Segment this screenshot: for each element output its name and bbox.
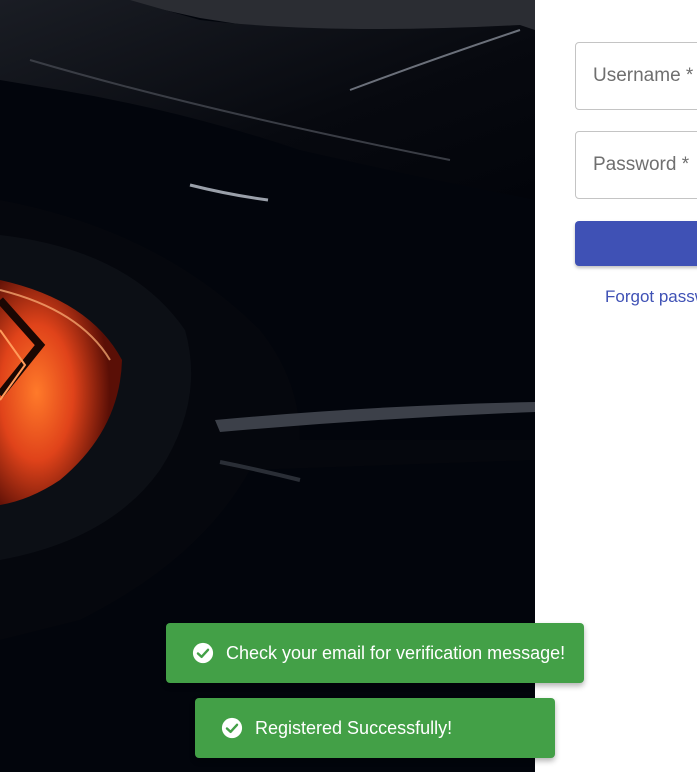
sign-in-button[interactable] [575,221,697,266]
username-field[interactable] [575,42,697,110]
toast-verification[interactable]: Check your email for verification messag… [166,623,584,683]
password-input[interactable] [576,132,697,198]
username-input[interactable] [576,43,697,109]
toast-message: Check your email for verification messag… [226,642,566,663]
check-circle-icon [192,642,214,664]
toast-registered[interactable]: Registered Successfully! [195,698,555,758]
toast-message: Registered Successfully! [255,717,453,738]
check-circle-icon [221,717,243,739]
forgot-password-link[interactable]: Forgot password? [605,287,697,307]
password-field[interactable] [575,131,697,199]
